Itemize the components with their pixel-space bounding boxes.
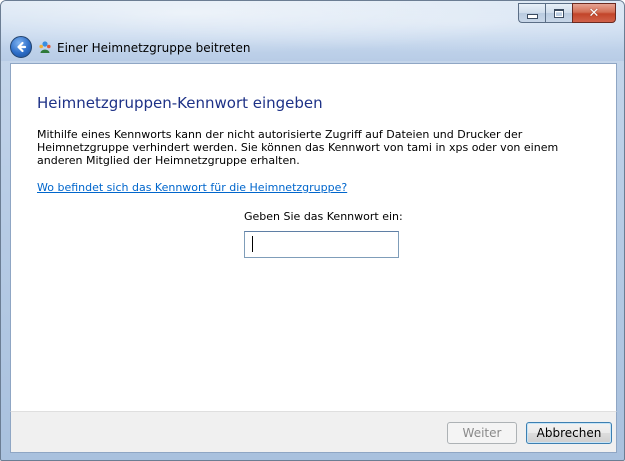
dialog-window: ✕ Einer Heimnetzgruppe beitreten Heimnet… (0, 0, 625, 461)
text-caret (252, 236, 253, 252)
window-title: Einer Heimnetzgruppe beitreten (57, 41, 251, 55)
close-icon: ✕ (588, 5, 600, 21)
maximize-icon (554, 8, 564, 18)
next-button[interactable]: Weiter (447, 422, 517, 444)
homegroup-icon (39, 41, 51, 53)
back-button[interactable] (10, 36, 32, 58)
minimize-button[interactable] (518, 3, 545, 23)
password-label: Geben Sie das Kennwort ein: (244, 210, 403, 223)
caption-buttons: ✕ (518, 3, 616, 23)
title-bar[interactable]: ✕ Einer Heimnetzgruppe beitreten (1, 1, 624, 61)
minimize-icon (526, 14, 538, 19)
cancel-button[interactable]: Abbrechen (526, 422, 612, 444)
button-bar: Weiter Abbrechen (10, 411, 617, 453)
password-input[interactable] (244, 231, 399, 258)
back-arrow-icon (17, 41, 27, 53)
maximize-button[interactable] (545, 3, 572, 23)
close-button[interactable]: ✕ (572, 3, 616, 23)
description-text: Mithilfe eines Kennworts kann der nicht … (37, 128, 559, 167)
password-help-link[interactable]: Wo befindet sich das Kennwort für die He… (37, 181, 347, 194)
content-panel: Heimnetzgruppen-Kennwort eingeben Mithil… (10, 63, 617, 411)
page-title: Heimnetzgruppen-Kennwort eingeben (37, 94, 323, 112)
